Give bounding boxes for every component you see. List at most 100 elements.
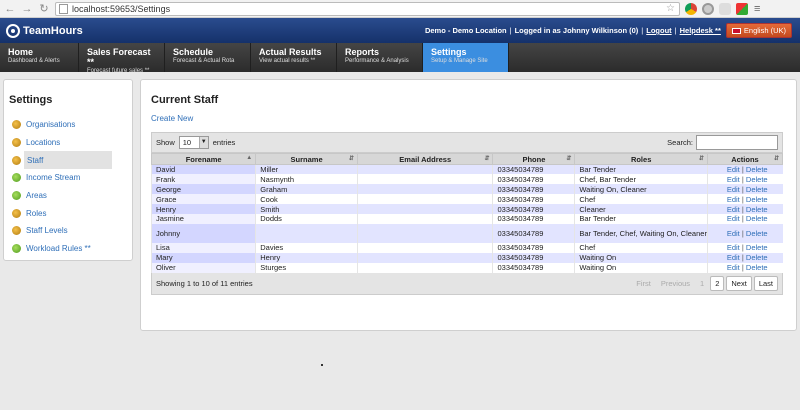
cell-phone: 03345034789 — [492, 213, 575, 224]
logo[interactable]: TeamHours — [6, 23, 83, 38]
table-footer: Showing 1 to 10 of 11 entries First Prev… — [151, 272, 783, 295]
logout-link[interactable]: Logout — [646, 26, 671, 35]
bookmark-star-icon[interactable]: ☆ — [666, 3, 675, 14]
url-text: localhost:59653/Settings — [72, 3, 171, 14]
sidebar-item-roles[interactable]: Roles — [4, 204, 132, 222]
nav-settings[interactable]: Settings Setup & Manage Site — [423, 43, 509, 72]
page-title: Current Staff — [151, 94, 219, 106]
wrench-icon — [12, 138, 21, 148]
sidebar-item-staff-levels[interactable]: Staff Levels — [4, 222, 132, 240]
cell-phone: 03345034789 — [492, 252, 575, 263]
cell-email — [356, 184, 493, 195]
edit-link[interactable]: Edit — [727, 185, 740, 194]
staff-panel: Current Staff Create New Show 10 ▼ entri… — [140, 79, 797, 331]
cell-phone: 03345034789 — [492, 194, 575, 205]
back-icon[interactable]: ← — [3, 2, 17, 16]
cell-surname: Sturges — [255, 262, 358, 273]
edit-link[interactable]: Edit — [727, 253, 740, 262]
edit-link[interactable]: Edit — [727, 214, 740, 223]
delete-link[interactable]: Delete — [746, 214, 768, 223]
nav-sales-forecast[interactable]: Sales Forecast ** Forecast future sales … — [79, 43, 165, 74]
extension-icon[interactable] — [702, 2, 714, 15]
language-label: English (UK) — [743, 26, 786, 35]
reload-icon[interactable]: ↻ — [37, 2, 51, 16]
sidebar-item-organisations[interactable]: Organisations — [4, 116, 132, 134]
cell-forename: Lisa — [150, 242, 256, 253]
sort-icon: ⇵ — [698, 156, 704, 162]
table-row: George Graham 03345034789 Waiting On, Clean… — [150, 184, 783, 195]
column-header-email[interactable]: Email Address ⇵ — [356, 153, 494, 165]
cell-surname: Smith — [255, 204, 358, 214]
delete-link[interactable]: Delete — [746, 195, 768, 204]
extension-icon[interactable] — [736, 2, 748, 15]
column-header-surname[interactable]: Surname ⇵ — [255, 153, 358, 165]
column-header-forename[interactable]: Forename ▲ — [150, 153, 257, 165]
cell-email — [356, 213, 493, 224]
location-label: Demo - Demo Location — [424, 26, 507, 35]
language-button[interactable]: English (UK) — [725, 23, 792, 38]
cell-surname: Nasmynth — [255, 174, 358, 185]
nav-reports[interactable]: Reports Performance & Analysis — [337, 43, 423, 72]
edit-link[interactable]: Edit — [727, 205, 740, 214]
settings-sidebar: Settings Organisations Locations Staff I… — [3, 79, 133, 261]
table-row: Grace Cook 03345034789 Chef Edit | Delete — [150, 194, 783, 205]
delete-link[interactable]: Delete — [746, 243, 768, 252]
sidebar-item-areas[interactable]: Areas — [4, 187, 132, 205]
extension-icon[interactable] — [685, 2, 697, 15]
search-input[interactable] — [696, 135, 778, 150]
create-new-link[interactable]: Create New — [151, 114, 796, 123]
column-header-roles[interactable]: Roles ⇵ — [574, 153, 708, 165]
edit-link[interactable]: Edit — [727, 229, 740, 238]
entries-select[interactable]: 10 ▼ — [178, 136, 209, 149]
wrench-icon — [12, 208, 21, 218]
sidebar-item-locations[interactable]: Locations — [4, 134, 132, 152]
cell-forename: Jasmine — [150, 213, 256, 224]
nav-schedule[interactable]: Schedule Forecast & Actual Rota — [165, 43, 251, 72]
stray-dot — [321, 364, 323, 366]
cell-actions: Edit | Delete — [706, 213, 783, 224]
cell-roles: Chef — [574, 242, 708, 253]
page-button-2[interactable]: 2 — [710, 275, 725, 291]
wrench-icon — [12, 226, 21, 236]
column-header-actions[interactable]: Actions ⇵ — [706, 153, 784, 165]
cell-email — [356, 164, 493, 175]
cell-roles: Waiting On — [574, 252, 708, 263]
delete-link[interactable]: Delete — [746, 175, 768, 184]
next-page-button[interactable]: Next — [726, 275, 752, 291]
extension-icon[interactable] — [719, 2, 731, 15]
main-nav: Home Dashboard & Alerts Sales Forecast *… — [0, 43, 800, 74]
delete-link[interactable]: Delete — [746, 185, 768, 194]
address-bar[interactable]: localhost:59653/Settings ☆ — [55, 1, 680, 16]
edit-link[interactable]: Edit — [727, 165, 740, 174]
delete-link[interactable]: Delete — [746, 165, 768, 174]
cell-actions: Edit | Delete — [706, 223, 783, 243]
cell-email — [356, 223, 493, 243]
cell-forename: Frank — [150, 174, 256, 185]
sidebar-item-staff[interactable]: Staff — [12, 151, 112, 170]
helpdesk-link[interactable]: Helpdesk ** — [680, 26, 721, 35]
edit-link[interactable]: Edit — [727, 243, 740, 252]
column-header-phone[interactable]: Phone ⇵ — [492, 153, 576, 165]
delete-link[interactable]: Delete — [746, 263, 768, 272]
edit-link[interactable]: Edit — [727, 263, 740, 272]
delete-link[interactable]: Delete — [746, 205, 768, 214]
chevron-down-icon: ▼ — [198, 137, 208, 148]
forward-icon[interactable]: → — [20, 2, 34, 16]
page-button-1[interactable]: 1 — [696, 277, 708, 290]
delete-link[interactable]: Delete — [746, 253, 768, 262]
browser-menu-icon[interactable]: ≡ — [754, 3, 760, 15]
previous-page-button[interactable]: Previous — [657, 277, 694, 290]
sidebar-item-income-stream[interactable]: Income Stream — [4, 169, 132, 187]
delete-link[interactable]: Delete — [746, 229, 768, 238]
show-label: Show — [156, 138, 175, 147]
edit-link[interactable]: Edit — [727, 195, 740, 204]
sidebar-item-workload-rules[interactable]: Workload Rules ** — [4, 240, 132, 258]
nav-actual-results[interactable]: Actual Results View actual results ** — [251, 43, 337, 72]
last-page-button[interactable]: Last — [753, 275, 778, 291]
edit-link[interactable]: Edit — [727, 175, 740, 184]
cell-actions: Edit | Delete — [706, 204, 783, 214]
browser-toolbar: ← → ↻ localhost:59653/Settings ☆ ≡ — [0, 0, 800, 18]
nav-home[interactable]: Home Dashboard & Alerts — [0, 43, 79, 72]
sort-icon: ⇵ — [348, 156, 354, 162]
first-page-button[interactable]: First — [632, 277, 655, 290]
